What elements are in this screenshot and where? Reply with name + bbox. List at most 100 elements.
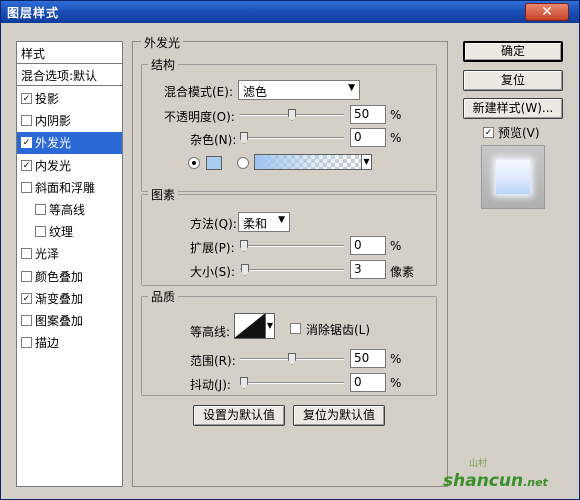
style-list-item[interactable]: ✓ 外发光 — [17, 132, 122, 155]
style-list-item-label: 纹理 — [49, 225, 74, 240]
title-bar: 图层样式 ✕ — [1, 1, 579, 23]
spread-unit: % — [390, 239, 402, 253]
elements-label: 图素 — [148, 186, 179, 203]
spread-label: 扩展(P): — [190, 241, 235, 255]
style-list-item[interactable]: ✓ 投影 — [17, 88, 122, 110]
structure-label: 结构 — [148, 56, 179, 73]
noise-slider[interactable] — [240, 132, 344, 144]
ok-button[interactable]: 确定 — [463, 41, 563, 62]
style-checkbox[interactable] — [21, 337, 32, 349]
chevron-down-icon: ▼ — [361, 155, 371, 169]
jitter-slider-handle[interactable] — [240, 377, 248, 389]
size-slider[interactable] — [240, 264, 344, 276]
blend-options-item[interactable]: 混合选项:默认 — [17, 64, 122, 86]
blend-mode-value: 滤色 — [243, 85, 268, 99]
close-icon: ✕ — [541, 4, 553, 20]
style-checkbox[interactable]: ✓ — [21, 93, 32, 104]
noise-unit: % — [390, 131, 402, 145]
style-list-item[interactable]: 等高线 — [17, 199, 122, 221]
style-preview — [481, 145, 545, 209]
contour-picker[interactable] — [234, 313, 266, 339]
style-list-item-label: 描边 — [35, 336, 60, 351]
blend-mode-select[interactable]: 滤色 ▼ — [238, 80, 360, 100]
jitter-input[interactable]: 0 — [350, 373, 386, 392]
solid-color-radio[interactable] — [188, 157, 200, 169]
style-list: 样式 混合选项:默认 ✓ 投影内阴影 ✓ 外发光 ✓ 内发光斜面和浮雕等高线纹理光泽颜色叠… — [16, 41, 123, 487]
style-checkbox[interactable] — [21, 315, 32, 326]
reset-default-button[interactable]: 复位为默认值 — [293, 405, 385, 426]
spread-input[interactable]: 0 — [350, 236, 386, 255]
style-list-item-label: 斜面和浮雕 — [35, 180, 96, 195]
size-slider-handle[interactable] — [241, 264, 249, 276]
style-checkbox[interactable] — [35, 204, 46, 215]
style-list-item-label: 光泽 — [35, 247, 60, 262]
new-style-button[interactable]: 新建样式(W)... — [463, 98, 563, 119]
style-checkbox[interactable] — [21, 270, 32, 282]
structure-group: 结构 混合模式(E): 滤色 ▼ 不透明度(O): 50 % 杂色(N): 0 … — [141, 56, 437, 192]
contour-dropdown[interactable]: ▼ — [266, 313, 275, 339]
style-list-item-label: 内阴影 — [35, 114, 72, 129]
noise-input[interactable]: 0 — [350, 128, 386, 147]
method-label: 方法(Q): — [190, 217, 237, 231]
style-list-item-label: 颜色叠加 — [35, 269, 84, 284]
chevron-down-icon: ▼ — [278, 215, 285, 225]
method-value: 柔和 — [243, 217, 268, 231]
blend-mode-label: 混合模式(E): — [164, 85, 233, 99]
style-list-item[interactable]: ✓ 内发光 — [17, 155, 122, 177]
glow-color-swatch[interactable] — [206, 156, 222, 170]
style-list-item-label: 图案叠加 — [35, 314, 84, 328]
outer-glow-panel: 外发光 结构 混合模式(E): 滤色 ▼ 不透明度(O): 50 % 杂色(N)… — [132, 34, 448, 487]
style-checkbox[interactable]: ✓ — [21, 159, 32, 171]
jitter-slider[interactable] — [240, 377, 344, 389]
spread-slider[interactable] — [240, 240, 344, 252]
opacity-input[interactable]: 50 — [350, 105, 386, 124]
preview-checkbox[interactable]: ✓ — [483, 127, 494, 138]
opacity-slider[interactable] — [240, 109, 344, 121]
method-select[interactable]: 柔和 ▼ — [238, 212, 290, 232]
style-checkbox[interactable] — [21, 115, 32, 127]
chevron-down-icon: ▼ — [348, 83, 355, 93]
range-slider-handle[interactable] — [288, 353, 296, 365]
antialias-checkbox[interactable] — [290, 323, 301, 334]
preview-thumbnail — [496, 160, 530, 194]
elements-group: 图素 方法(Q): 柔和 ▼ 扩展(P): 0 % 大小(S): 3 像素 — [141, 186, 437, 286]
style-list-item[interactable]: 图案叠加 — [17, 310, 122, 332]
style-checkbox[interactable]: ✓ — [21, 137, 32, 149]
style-list-item-label: 等高线 — [49, 203, 86, 217]
style-list-item[interactable]: 描边 — [17, 332, 122, 354]
style-list-item[interactable]: ✓ 渐变叠加 — [17, 288, 122, 310]
opacity-label: 不透明度(O): — [164, 110, 235, 124]
style-checkbox[interactable] — [21, 181, 32, 193]
contour-curve-icon — [234, 313, 266, 339]
style-checkbox[interactable]: ✓ — [21, 292, 32, 304]
glow-gradient-picker[interactable]: ▼ — [254, 154, 372, 170]
style-list-item[interactable]: 内阴影 — [17, 110, 122, 132]
style-list-item[interactable]: 颜色叠加 — [17, 266, 122, 288]
window-title: 图层样式 — [7, 6, 60, 20]
range-slider[interactable] — [240, 353, 344, 365]
chevron-down-icon: ▼ — [266, 321, 274, 330]
style-list-item[interactable]: 纹理 — [17, 221, 122, 243]
style-list-header[interactable]: 样式 — [17, 42, 122, 64]
reset-button[interactable]: 复位 — [463, 70, 563, 91]
size-input[interactable]: 3 — [350, 260, 386, 279]
gradient-radio[interactable] — [237, 157, 249, 169]
opacity-slider-handle[interactable] — [288, 109, 296, 121]
jitter-unit: % — [390, 376, 402, 390]
noise-slider-handle[interactable] — [240, 132, 248, 144]
watermark: shancun.net — [443, 471, 548, 491]
noise-label: 杂色(N): — [190, 133, 237, 147]
layer-style-dialog: 图层样式 ✕ 样式 混合选项:默认 ✓ 投影内阴影 ✓ 外发光 ✓ 内发光斜面和浮雕等高线… — [0, 0, 580, 500]
range-input[interactable]: 50 — [350, 349, 386, 368]
range-label: 范围(R): — [190, 354, 236, 368]
jitter-label: 抖动(J): — [190, 378, 231, 392]
close-button[interactable]: ✕ — [525, 3, 569, 21]
range-unit: % — [390, 352, 402, 366]
antialias-label: 消除锯齿(L) — [306, 323, 371, 337]
style-checkbox[interactable] — [35, 226, 46, 238]
style-list-item[interactable]: 斜面和浮雕 — [17, 177, 122, 199]
style-list-item[interactable]: 光泽 — [17, 243, 122, 265]
spread-slider-handle[interactable] — [240, 240, 248, 252]
set-default-button[interactable]: 设置为默认值 — [193, 405, 285, 426]
style-checkbox[interactable] — [21, 248, 32, 260]
